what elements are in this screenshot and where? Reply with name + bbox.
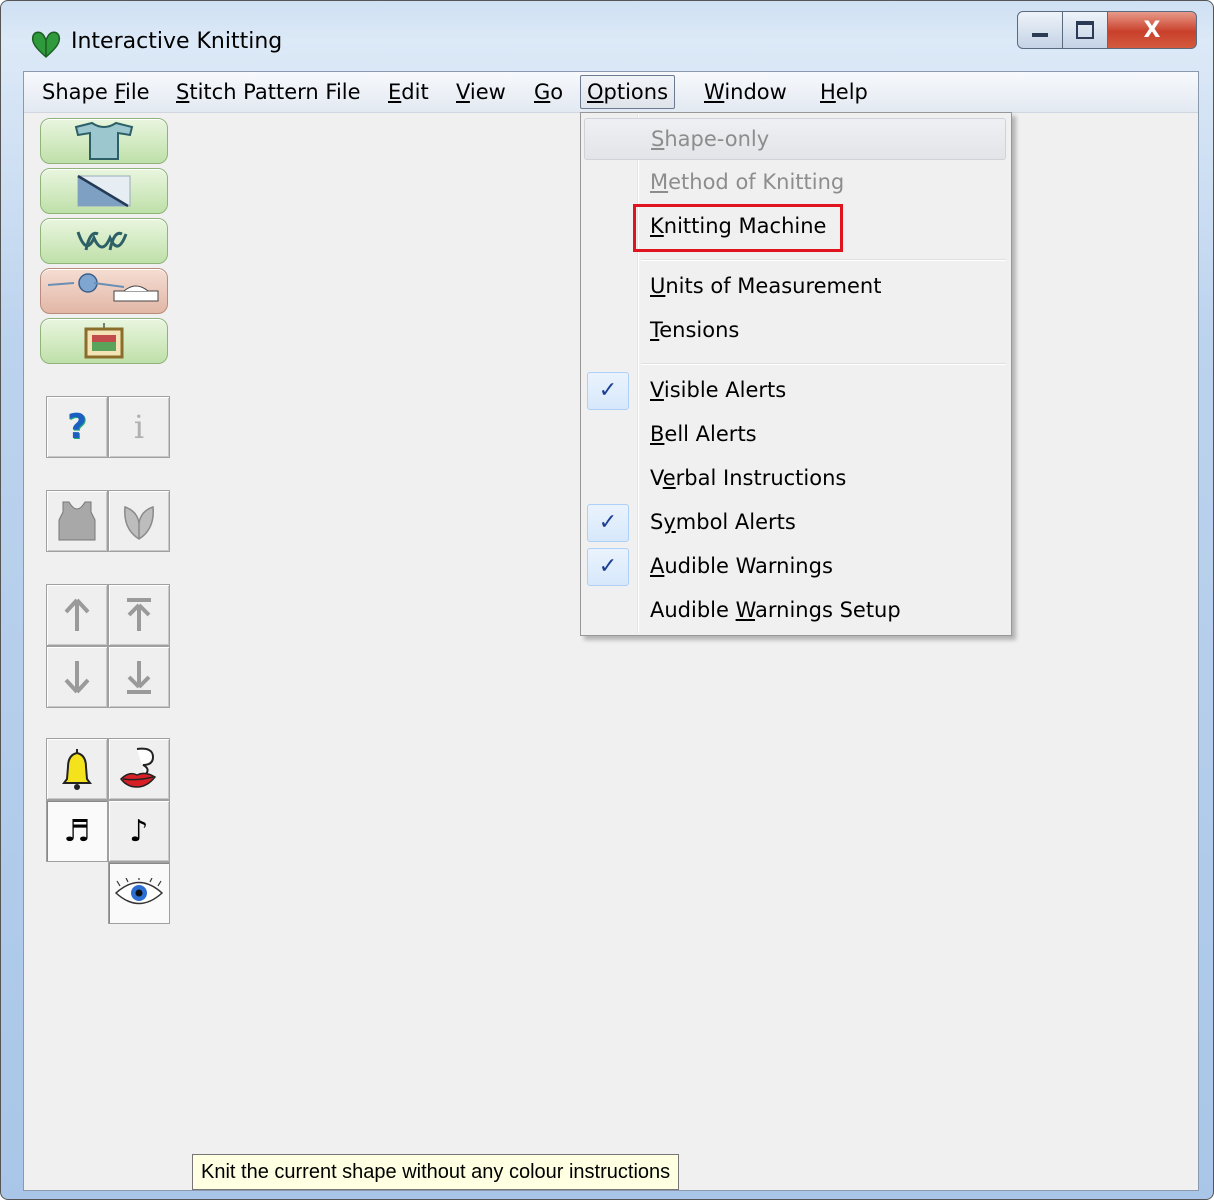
menu-bar: Shape File Stitch Pattern File Edit View… — [24, 72, 1198, 113]
heart-leaf-app-icon — [29, 29, 63, 59]
minimize-button[interactable] — [1017, 11, 1063, 49]
title-bar[interactable]: Interactive Knitting X — [1, 1, 1213, 71]
menu-go[interactable]: Go — [528, 77, 569, 107]
row-down-button[interactable] — [46, 646, 108, 708]
checkmark-icon: ✓ — [587, 372, 629, 410]
shaping-grid-icon — [77, 174, 131, 208]
minimize-icon — [1032, 33, 1048, 37]
menu-item-shape-only[interactable]: Shape-only — [584, 118, 1006, 160]
menu-stitch-pattern-file[interactable]: Stitch Pattern File — [170, 77, 367, 107]
menu-help[interactable]: Help — [814, 77, 874, 107]
highlight-annotation — [633, 204, 843, 252]
info-icon: i — [133, 408, 145, 446]
tooltip: Knit the current shape without any colou… — [192, 1154, 680, 1190]
menu-item-label: Verbal Instructions — [650, 466, 847, 490]
arrow-up-icon — [64, 598, 90, 631]
knitting-machine-mode-button[interactable] — [40, 268, 168, 314]
client-area: Shape File Stitch Pattern File Edit View… — [23, 71, 1199, 1191]
menu-options[interactable]: Options — [580, 75, 676, 109]
row-first-button[interactable] — [108, 584, 170, 646]
menu-item-units-of-measurement[interactable]: Units of Measurement — [584, 266, 1004, 306]
stitch-leaf-icon — [76, 231, 128, 251]
knitting-machine-yarn-icon — [47, 273, 159, 302]
row-up-button[interactable] — [46, 584, 108, 646]
back-piece-button[interactable] — [108, 490, 170, 552]
info-button[interactable]: i — [108, 396, 170, 458]
verbal-instructions-button[interactable] — [108, 738, 170, 800]
menu-shape-file[interactable]: Shape File — [36, 77, 156, 107]
menu-item-tensions[interactable]: Tensions — [584, 310, 1004, 350]
row-last-button[interactable] — [108, 646, 170, 708]
menu-item-label: Shape-only — [651, 127, 770, 151]
menu-edit[interactable]: Edit — [382, 77, 435, 107]
menu-item-label: Audible Warnings — [650, 554, 833, 578]
eye-icon — [114, 878, 164, 905]
window-controls: X — [1017, 11, 1197, 49]
options-dropdown-menu: Shape-only Method of Knitting Knitting M… — [580, 112, 1012, 636]
menu-separator — [641, 363, 1006, 365]
audible-setup-button[interactable]: ♪ — [108, 800, 170, 862]
menu-item-label: Audible Warnings Setup — [650, 598, 901, 622]
music-note-icon: ♪ — [129, 813, 149, 849]
menu-item-method-of-knitting[interactable]: Method of Knitting — [584, 162, 1004, 202]
help-button[interactable]: ? — [46, 396, 108, 458]
menu-item-audible-warnings[interactable]: ✓ Audible Warnings — [584, 546, 1004, 586]
menu-item-audible-warnings-setup[interactable]: Audible Warnings Setup — [584, 590, 1004, 630]
arrow-down-to-bottom-icon — [127, 661, 151, 694]
menu-separator — [641, 259, 1006, 261]
app-window: Interactive Knitting X Shape File Stitch… — [0, 0, 1214, 1200]
speaking-lips-icon — [120, 747, 157, 788]
menu-item-label: Method of Knitting — [650, 170, 845, 194]
shaping-mode-button[interactable] — [40, 168, 168, 214]
music-notes-icon: ♬ — [63, 813, 91, 849]
arrow-down-icon — [64, 661, 90, 694]
menu-item-label: Units of Measurement — [650, 274, 882, 298]
audible-warnings-button[interactable]: ♬ — [46, 800, 108, 862]
close-icon: X — [1143, 17, 1161, 43]
menu-window[interactable]: Window — [698, 77, 793, 107]
menu-item-visible-alerts[interactable]: ✓ Visible Alerts — [584, 370, 1004, 410]
front-piece-button[interactable] — [46, 490, 108, 552]
vest-icon — [58, 501, 96, 541]
menu-item-label: Symbol Alerts — [650, 510, 796, 534]
menu-item-verbal-instructions[interactable]: Verbal Instructions — [584, 458, 1004, 498]
maximize-button[interactable] — [1063, 11, 1108, 49]
visible-alerts-button[interactable] — [108, 862, 170, 924]
window-title: Interactive Knitting — [71, 29, 283, 54]
leaf-icon — [124, 505, 154, 540]
menu-item-bell-alerts[interactable]: Bell Alerts — [584, 414, 1004, 454]
sweater-icon — [74, 121, 134, 160]
menu-view[interactable]: View — [450, 77, 512, 107]
picture-mode-button[interactable] — [40, 318, 168, 364]
close-button[interactable]: X — [1108, 11, 1197, 49]
stitch-mode-button[interactable] — [40, 218, 168, 264]
arrow-up-to-top-icon — [127, 598, 151, 631]
shape-mode-button[interactable] — [40, 118, 168, 164]
menu-item-label: Visible Alerts — [650, 378, 787, 402]
menu-item-symbol-alerts[interactable]: ✓ Symbol Alerts — [584, 502, 1004, 542]
question-mark-icon: ? — [67, 407, 87, 447]
bell-icon — [62, 749, 92, 790]
menu-item-label: Bell Alerts — [650, 422, 757, 446]
maximize-icon — [1076, 21, 1094, 39]
menu-item-label: Tensions — [650, 318, 740, 342]
checkmark-icon: ✓ — [587, 548, 629, 586]
bell-alerts-button[interactable] — [46, 738, 108, 800]
framed-picture-icon — [84, 323, 124, 359]
checkmark-icon: ✓ — [587, 504, 629, 542]
